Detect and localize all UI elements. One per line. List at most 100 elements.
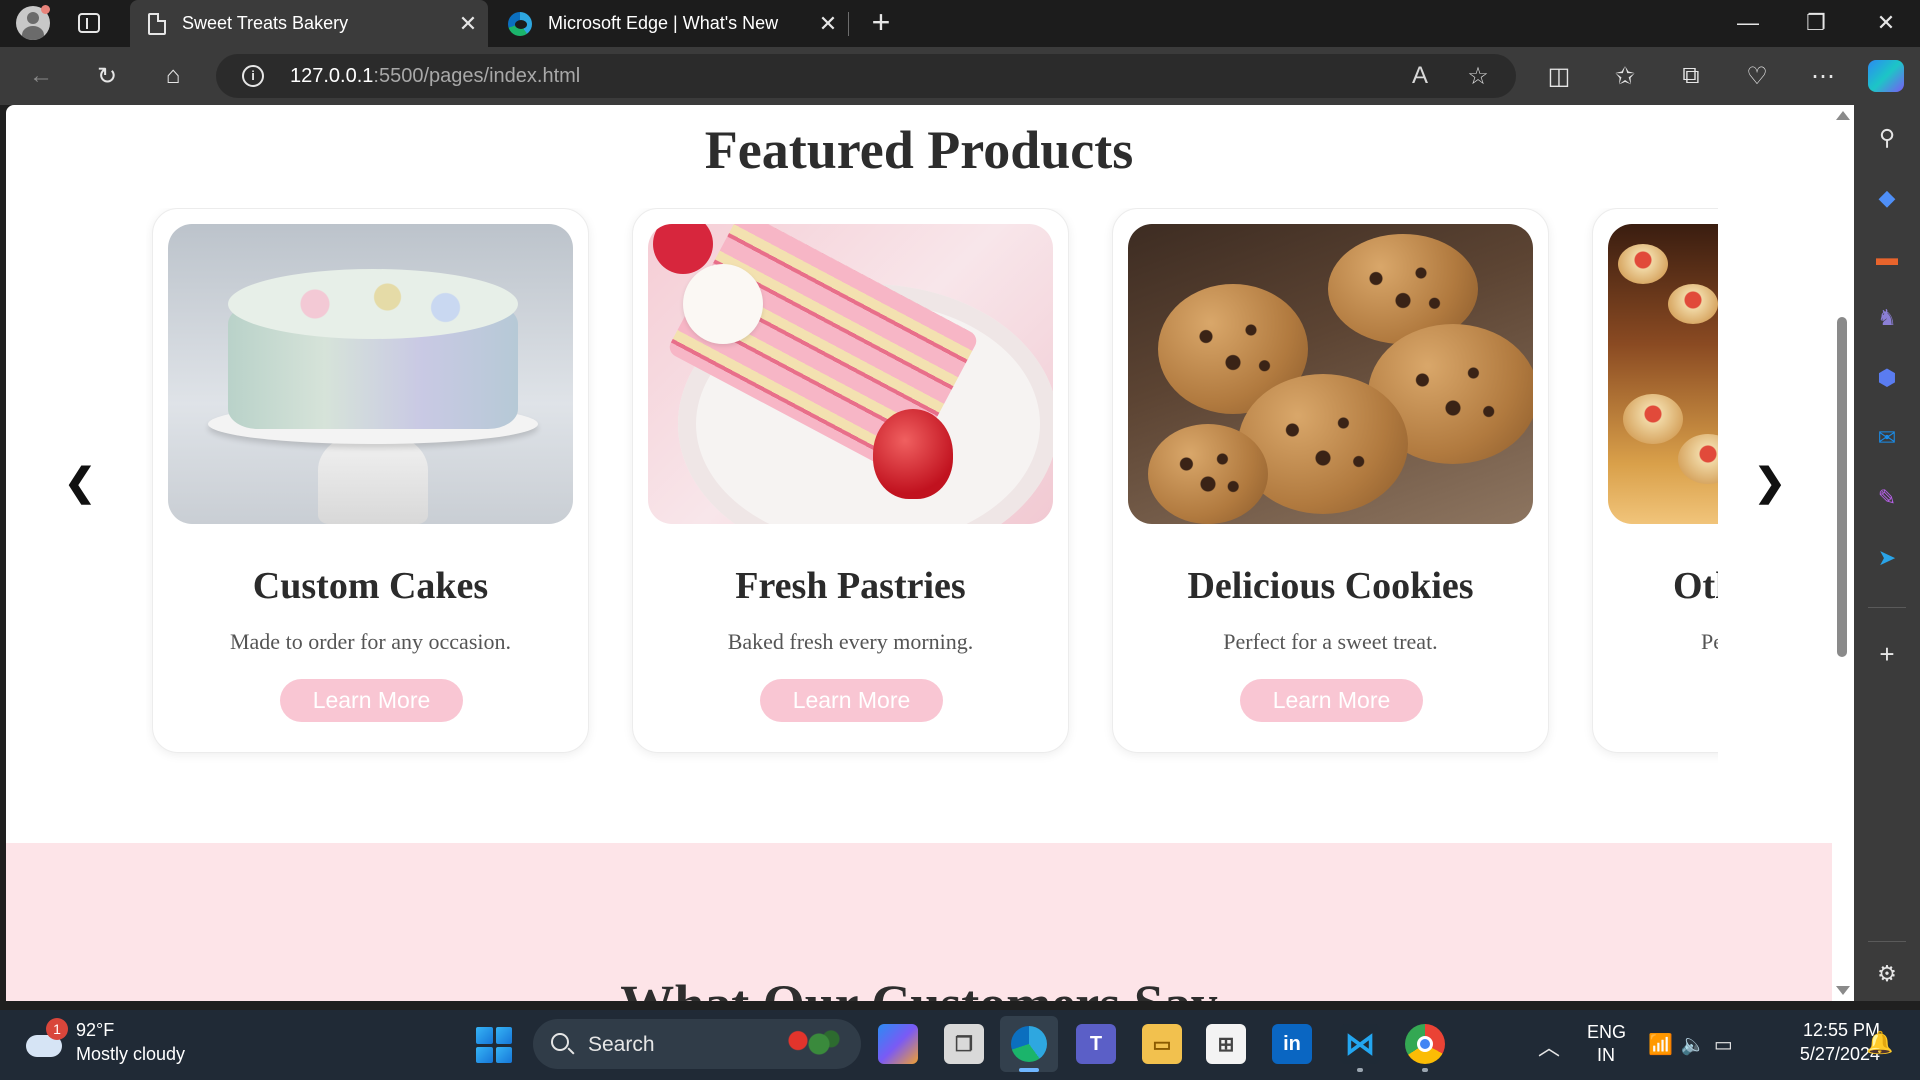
tab-separator — [848, 12, 849, 36]
address-bar[interactable]: i 127.0.0.1:5500/pages/index.html A ☆ — [216, 54, 1516, 98]
tab-edge-whats-new[interactable]: Microsoft Edge | What's New ✕ — [494, 0, 848, 47]
weather-description[interactable]: Mostly cloudy — [76, 1044, 185, 1065]
edge-logo-icon — [508, 11, 532, 36]
copilot-sidebar-icon[interactable]: ⬢ — [1872, 363, 1902, 393]
product-card-fresh-pastries: Fresh Pastries Baked fresh every morning… — [632, 208, 1069, 753]
product-card-custom-cakes: Custom Cakes Made to order for any occas… — [152, 208, 589, 753]
cookies-image — [1128, 224, 1533, 524]
weather-badge: 1 — [46, 1018, 68, 1040]
url-text[interactable]: 127.0.0.1:5500/pages/index.html — [290, 65, 580, 88]
product-title: Fresh Pastries — [735, 565, 966, 607]
learn-more-button[interactable]: Learn More — [1240, 679, 1423, 722]
clock-time[interactable]: 12:55 PM — [1780, 1020, 1880, 1041]
active-app-indicator — [1019, 1068, 1039, 1072]
cake-image — [168, 224, 573, 524]
region-indicator[interactable]: IN — [1597, 1045, 1615, 1066]
tab-sweet-treats-bakery[interactable]: Sweet Treats Bakery ✕ — [130, 0, 488, 47]
windows-start-icon[interactable] — [476, 1027, 512, 1063]
running-app-indicator — [1422, 1068, 1428, 1072]
search-icon — [551, 1033, 569, 1051]
collections-icon[interactable]: ⧉ — [1668, 47, 1714, 105]
scroll-down-arrow-icon[interactable] — [1836, 986, 1850, 995]
home-icon[interactable]: ⌂ — [150, 47, 196, 105]
learn-more-button[interactable]: Learn More — [760, 679, 943, 722]
edge-sidebar: ⚲ ◆ ▬ ♞ ⬢ ✉ ✎ ➤ + ⚙ — [1854, 105, 1920, 1001]
product-description: Pe — [1701, 629, 1718, 654]
tab-close-icon[interactable]: ✕ — [448, 11, 488, 37]
search-icon[interactable]: ⚲ — [1872, 123, 1902, 153]
minimize-button[interactable]: — — [1714, 0, 1782, 47]
split-screen-icon[interactable]: ◫ — [1536, 47, 1582, 105]
copilot-app-icon[interactable] — [878, 1024, 918, 1064]
refresh-icon[interactable]: ↻ — [84, 47, 130, 105]
weather-temperature[interactable]: 92°F — [76, 1020, 114, 1041]
learn-more-button[interactable]: Learn More — [280, 679, 463, 722]
other-treats-image — [1608, 224, 1718, 524]
tab-close-icon[interactable]: ✕ — [808, 11, 848, 37]
browser-tab-bar: Sweet Treats Bakery ✕ Microsoft Edge | W… — [0, 0, 1920, 47]
testimonials-heading: What Our Customers Say — [6, 973, 1832, 1001]
clock-date[interactable]: 5/27/2024 — [1770, 1044, 1880, 1065]
tab-actions-icon[interactable] — [78, 13, 100, 33]
page-scrollbar[interactable] — [1832, 105, 1854, 1001]
settings-gear-icon[interactable]: ⚙ — [1872, 959, 1902, 989]
new-tab-button[interactable]: + — [866, 6, 896, 40]
page-icon — [148, 12, 166, 35]
url-host: 127.0.0.1 — [290, 65, 374, 87]
sidebar-divider — [1868, 941, 1906, 942]
running-app-indicator — [1357, 1068, 1363, 1072]
system-tray-icons[interactable]: 📶🔈▭ — [1648, 1032, 1741, 1057]
favorite-star-icon[interactable]: ☆ — [1456, 54, 1500, 98]
more-options-icon[interactable]: ⋯ — [1800, 47, 1846, 105]
tools-icon[interactable]: ▬ — [1872, 243, 1902, 273]
back-arrow-icon[interactable]: ← — [18, 47, 64, 105]
teams-icon[interactable]: T — [1076, 1024, 1116, 1064]
taskbar-search-box[interactable]: Search — [533, 1019, 861, 1069]
url-path: :5500/pages/index.html — [373, 65, 581, 87]
send-icon[interactable]: ➤ — [1872, 543, 1902, 573]
close-window-button[interactable]: ✕ — [1852, 0, 1920, 47]
product-carousel: Custom Cakes Made to order for any occas… — [146, 208, 1718, 858]
site-info-icon[interactable]: i — [242, 65, 264, 87]
sidebar-divider — [1868, 607, 1906, 608]
scrollbar-thumb[interactable] — [1837, 317, 1847, 657]
page-viewport: Featured Products ❮ ❯ Custom Cakes Made … — [6, 105, 1832, 1001]
wifi-icon[interactable]: 📶 — [1648, 1034, 1681, 1056]
designer-icon[interactable]: ✎ — [1872, 483, 1902, 513]
scroll-up-arrow-icon[interactable] — [1836, 111, 1850, 120]
edge-taskbar-icon[interactable] — [1000, 1016, 1058, 1072]
vscode-icon[interactable]: ⋈ — [1340, 1024, 1380, 1064]
carousel-prev-button[interactable]: ❮ — [64, 460, 96, 505]
testimonials-section: What Our Customers Say — [6, 843, 1832, 1001]
product-title: Delicious Cookies — [1187, 565, 1474, 607]
language-indicator[interactable]: ENG — [1587, 1022, 1626, 1043]
restore-button[interactable]: ❐ — [1782, 0, 1850, 47]
profile-notification-dot — [41, 5, 50, 14]
read-aloud-icon[interactable]: A — [1398, 54, 1442, 98]
chrome-icon[interactable] — [1405, 1024, 1445, 1064]
search-highlight-icon — [783, 1027, 843, 1061]
product-card-other: Otl Pe — [1592, 208, 1718, 753]
battery-icon[interactable]: ▭ — [1714, 1034, 1741, 1056]
browser-essentials-icon[interactable]: ♡ — [1734, 47, 1780, 105]
add-icon[interactable]: + — [1872, 639, 1902, 669]
product-card-delicious-cookies: Delicious Cookies Perfect for a sweet tr… — [1112, 208, 1549, 753]
linkedin-icon[interactable]: in — [1272, 1024, 1312, 1064]
copilot-icon[interactable] — [1868, 60, 1904, 92]
pastry-image — [648, 224, 1053, 524]
favorites-icon[interactable]: ✩ — [1602, 47, 1648, 105]
shopping-tag-icon[interactable]: ◆ — [1872, 183, 1902, 213]
carousel-next-button[interactable]: ❯ — [1754, 460, 1786, 505]
file-explorer-icon[interactable]: ▭ — [1142, 1024, 1182, 1064]
search-label: Search — [588, 1033, 655, 1056]
volume-icon[interactable]: 🔈 — [1681, 1034, 1714, 1056]
microsoft-store-icon[interactable]: ⊞ — [1206, 1024, 1246, 1064]
notification-bell-icon[interactable]: 🔔 — [1866, 1030, 1893, 1056]
product-description: Baked fresh every morning. — [727, 629, 974, 654]
task-view-icon[interactable]: ❐ — [944, 1024, 984, 1064]
tab-label: Sweet Treats Bakery — [182, 13, 349, 33]
games-icon[interactable]: ♞ — [1872, 303, 1902, 333]
product-description: Perfect for a sweet treat. — [1223, 629, 1438, 654]
outlook-icon[interactable]: ✉ — [1872, 423, 1902, 453]
show-hidden-icons-chevron-icon[interactable]: ︿ — [1538, 1030, 1560, 1062]
